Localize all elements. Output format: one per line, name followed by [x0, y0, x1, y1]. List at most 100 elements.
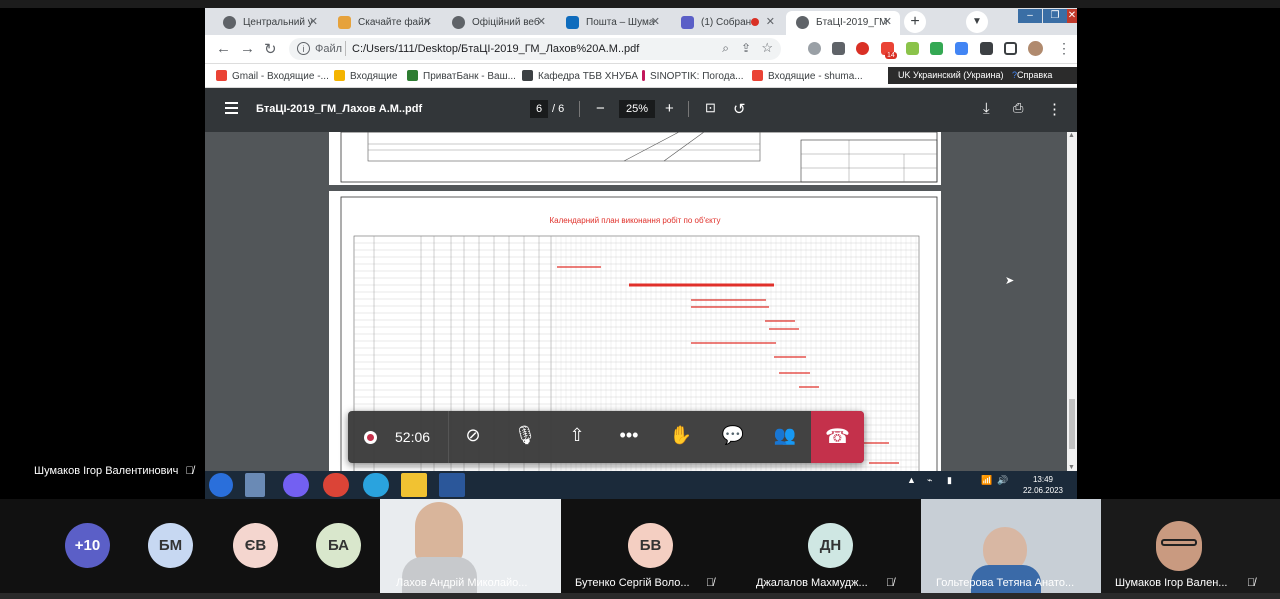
translate-icon[interactable]	[955, 42, 968, 55]
tab-title: БтаЦІ-2019_ГМ	[816, 17, 888, 28]
help-label: Справка	[1017, 70, 1053, 80]
shield-check-icon[interactable]	[930, 42, 943, 55]
bookmark-item[interactable]: ПриватБанк - Ваш...	[407, 70, 516, 82]
bookmark-star-icon[interactable]: ☆	[761, 40, 773, 56]
file-explorer-icon[interactable]	[401, 473, 427, 497]
tray-expand-icon[interactable]: ▲	[907, 475, 916, 485]
page-number-input[interactable]: 6	[530, 100, 548, 118]
sidebar-icon[interactable]	[1004, 42, 1017, 55]
recording-icon	[364, 431, 377, 444]
network-icon[interactable]: ⌁	[927, 475, 932, 486]
volume-icon[interactable]: 🔊	[997, 475, 1008, 486]
bookmark-item[interactable]: Входящие	[334, 70, 397, 82]
zoom-in-icon[interactable]: +	[665, 100, 674, 117]
close-tab-icon[interactable]: ✕	[766, 15, 775, 28]
download-icon[interactable]: ⤓	[983, 100, 990, 117]
leave-call-button[interactable]: ☎	[811, 411, 864, 463]
bookmark-item[interactable]: Кафедра ТБВ ХНУБА	[522, 70, 638, 82]
raise-hand-icon[interactable]: ✋	[666, 425, 696, 446]
word-icon[interactable]	[439, 473, 465, 497]
telegram-icon[interactable]	[363, 473, 389, 497]
fit-page-icon[interactable]: ⊡	[705, 100, 716, 116]
participant-avatar[interactable]: БМ	[148, 523, 193, 568]
close-tab-icon[interactable]: ✕	[651, 15, 660, 28]
close-tab-icon[interactable]: ✕	[309, 15, 318, 28]
camera-off-icon[interactable]: ⊘	[458, 425, 488, 446]
pdf-scrollbar[interactable]: ▲ ▼	[1067, 132, 1077, 471]
building-icon	[522, 70, 533, 81]
browser-tab[interactable]: Скачайте файл ✕	[328, 11, 440, 35]
more-participants-badge[interactable]: +10	[65, 523, 110, 568]
forward-arrow-icon[interactable]: →	[240, 40, 255, 57]
participant-video[interactable]: Гольтерова Тетяна Анато...	[921, 499, 1101, 593]
participants-icon[interactable]: 👥	[770, 425, 800, 446]
close-window-button[interactable]: ✕	[1067, 9, 1077, 23]
participant-video[interactable]: Лахов Андрій Миколайо...	[380, 499, 561, 593]
info-icon[interactable]: i	[297, 42, 310, 55]
share-screen-icon[interactable]: ⇧	[562, 425, 592, 446]
hamburger-menu-icon[interactable]	[225, 102, 238, 104]
zoom-input[interactable]: 25%	[619, 100, 655, 118]
mic-off-icon[interactable]: 🎙	[510, 425, 540, 446]
browser-tab[interactable]: Офіційний веб ✕	[442, 11, 554, 35]
language-bar[interactable]: UK Украинский (Украина) ?Справка	[888, 67, 1077, 84]
pdf-toolbar: БтаЦІ-2019_ГМ_Лахов А.М..pdf 6 / 6 − 25%…	[205, 88, 1077, 132]
adblock-icon[interactable]	[856, 42, 869, 55]
browser-tab[interactable]: (1) Собран ✕	[671, 11, 783, 35]
kebab-menu-icon[interactable]: ⋮	[1057, 40, 1071, 57]
more-actions-icon[interactable]: •••	[614, 425, 644, 446]
scroll-down-icon[interactable]: ▼	[1068, 464, 1075, 471]
gmail-icon	[752, 70, 763, 81]
profile-avatar[interactable]	[1028, 41, 1043, 56]
meeting-timer: 52:06	[395, 429, 431, 445]
puzzle-icon[interactable]	[980, 42, 993, 55]
participant-avatar[interactable]: БА	[316, 523, 361, 568]
reload-icon[interactable]: ↻	[264, 40, 277, 58]
participant-avatar[interactable]: БВ	[628, 523, 673, 568]
share-icon[interactable]: ⇪	[741, 41, 751, 55]
minimize-button[interactable]: –	[1018, 9, 1042, 23]
page-total: / 6	[552, 103, 565, 115]
browser-tab[interactable]: Центральний у ✕	[213, 11, 326, 35]
print-icon[interactable]: ⎙	[1013, 100, 1023, 116]
chat-icon[interactable]: 💬	[718, 425, 748, 446]
battery-icon[interactable]: ▮	[947, 475, 952, 486]
start-button-icon[interactable]	[209, 473, 233, 497]
calculator-icon[interactable]	[245, 473, 265, 497]
back-arrow-icon[interactable]: ←	[216, 40, 231, 57]
extension-icon[interactable]	[808, 42, 821, 55]
url-text[interactable]: C:/Users/111/Desktop/БтаЦІ-2019_ГМ_Лахов…	[352, 43, 639, 55]
browser-toolbar: ← → ↻ i Файл C:/Users/111/Desktop/БтаЦІ-…	[205, 35, 1077, 64]
rotate-icon[interactable]: ↺	[733, 100, 746, 118]
scroll-up-icon[interactable]: ▲	[1068, 132, 1075, 139]
more-options-icon[interactable]: ⋮	[1047, 100, 1062, 118]
bookmark-item[interactable]: Gmail - Входящие -...	[216, 70, 329, 82]
restore-button[interactable]: ❐	[1043, 9, 1067, 23]
viber-icon[interactable]	[283, 473, 309, 497]
new-tab-button[interactable]: +	[904, 11, 926, 33]
address-bar[interactable]: i Файл C:/Users/111/Desktop/БтаЦІ-2019_Г…	[289, 38, 781, 60]
globe-icon	[452, 16, 465, 29]
glasses-icon	[1161, 539, 1197, 546]
bookmark-item[interactable]: SINOPTIK: Погода...	[642, 70, 743, 82]
zoom-icon[interactable]: ⌕	[722, 41, 729, 56]
participant-video[interactable]: Шумаков Ігор Вален... 🎙̸	[1101, 499, 1280, 593]
signal-icon[interactable]: 📶	[981, 475, 992, 486]
scrollbar-thumb[interactable]	[1069, 399, 1075, 449]
participant-avatar[interactable]: ЄВ	[233, 523, 278, 568]
system-clock[interactable]: 13:49 22.06.2023	[1018, 474, 1068, 496]
close-tab-icon[interactable]: ✕	[883, 15, 892, 28]
browser-tab[interactable]: Пошта – Шума ✕	[556, 11, 668, 35]
globe-icon	[223, 16, 236, 29]
participant-avatar[interactable]: ДН	[808, 523, 853, 568]
url-scheme: Файл	[315, 43, 343, 55]
vpn-icon[interactable]	[906, 42, 919, 55]
browser-tab-active[interactable]: БтаЦІ-2019_ГМ ✕	[786, 11, 900, 35]
close-tab-icon[interactable]: ✕	[537, 15, 546, 28]
chrome-icon[interactable]	[323, 473, 349, 497]
shield-icon[interactable]	[832, 42, 845, 55]
zoom-out-icon[interactable]: −	[596, 100, 605, 117]
close-tab-icon[interactable]: ✕	[423, 15, 432, 28]
tab-search-chevron-icon[interactable]: ▼	[966, 11, 988, 33]
bookmark-item[interactable]: Входящие - shuma...	[752, 70, 863, 82]
